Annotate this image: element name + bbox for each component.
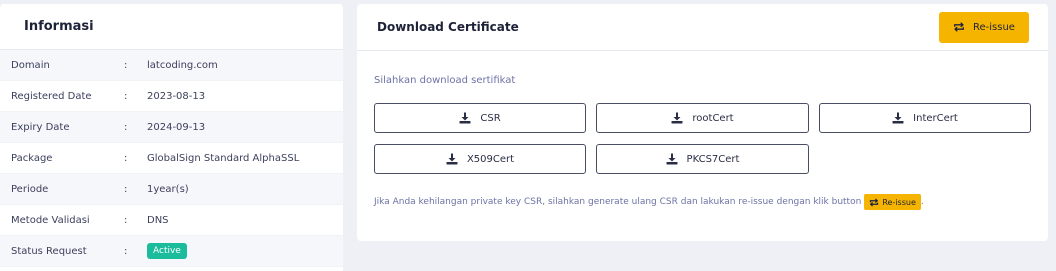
info-panel: Informasi Domain : latcoding.com Registe… <box>0 4 343 271</box>
info-colon: : <box>124 214 128 226</box>
download-header: Download Certificate Re-issue <box>357 4 1048 51</box>
info-row-domain: Domain : latcoding.com <box>0 50 343 81</box>
download-x509cert-label: X509Cert <box>466 153 515 165</box>
info-label: Registered Date <box>11 90 92 102</box>
download-icon <box>671 112 683 124</box>
info-colon: : <box>124 245 128 257</box>
info-value-domain: latcoding.com <box>147 59 218 71</box>
info-row-periode: Periode : 1year(s) <box>0 174 343 205</box>
download-icon <box>446 153 458 165</box>
download-x509cert-button[interactable]: X509Cert <box>374 144 586 174</box>
download-certificate-panel: Download Certificate Re-issue Silahkan d… <box>357 4 1048 241</box>
inline-reissue-button[interactable]: Re-issue <box>864 194 921 210</box>
inline-reissue-label: Re-issue <box>882 197 916 207</box>
info-label: Metode Validasi <box>11 214 90 226</box>
info-colon: : <box>124 121 128 133</box>
download-rootcert-label: rootCert <box>692 112 734 124</box>
info-row-metode-validasi: Metode Validasi : DNS <box>0 205 343 236</box>
reissue-note: Jika Anda kehilangan private key CSR, si… <box>374 194 1031 210</box>
download-intercert-button[interactable]: InterCert <box>819 103 1031 133</box>
repeat-icon <box>869 198 879 207</box>
info-value-metode-validasi: DNS <box>147 214 169 226</box>
download-icon <box>666 153 678 165</box>
info-colon: : <box>124 152 128 164</box>
reissue-note-end: . <box>920 197 924 207</box>
reissue-label: Re-issue <box>973 21 1015 33</box>
reissue-button[interactable]: Re-issue <box>939 11 1029 43</box>
info-value-expiry-date: 2024-09-13 <box>147 121 206 133</box>
download-rootcert-button[interactable]: rootCert <box>596 103 809 133</box>
info-title: Informasi <box>24 19 94 34</box>
status-badge: Active <box>147 243 187 259</box>
info-label: Domain <box>11 59 50 71</box>
download-csr-label: CSR <box>480 112 501 124</box>
repeat-icon <box>953 21 965 33</box>
info-row-registered-date: Registered Date : 2023-08-13 <box>0 81 343 112</box>
download-button-grid: CSR rootCert InterCert X509Cert PKCS7Cer… <box>374 103 1031 174</box>
download-intercert-label: InterCert <box>913 112 958 124</box>
info-label: Status Request <box>11 245 87 257</box>
info-colon: : <box>124 90 128 102</box>
download-icon <box>459 112 471 124</box>
info-row-status-request: Status Request : Active <box>0 236 343 267</box>
info-label: Package <box>11 152 53 164</box>
download-pkcs7cert-button[interactable]: PKCS7Cert <box>596 144 809 174</box>
info-label: Periode <box>11 183 49 195</box>
download-title: Download Certificate <box>377 20 519 34</box>
info-colon: : <box>124 59 128 71</box>
reissue-note-text: Jika Anda kehilangan private key CSR, si… <box>374 197 862 207</box>
download-body: Silahkan download sertifikat CSR rootCer… <box>357 51 1048 210</box>
info-value-periode: 1year(s) <box>147 183 189 195</box>
info-header: Informasi <box>0 4 343 50</box>
download-icon <box>892 112 904 124</box>
info-value-registered-date: 2023-08-13 <box>147 90 206 102</box>
download-pkcs7cert-label: PKCS7Cert <box>686 153 740 165</box>
info-row-package: Package : GlobalSign Standard AlphaSSL <box>0 143 343 174</box>
info-value-status-request: Active <box>147 243 332 259</box>
info-label: Expiry Date <box>11 121 70 133</box>
download-intro: Silahkan download sertifikat <box>374 75 516 86</box>
info-colon: : <box>124 183 128 195</box>
info-row-expiry-date: Expiry Date : 2024-09-13 <box>0 112 343 143</box>
download-csr-button[interactable]: CSR <box>374 103 586 133</box>
info-value-package: GlobalSign Standard AlphaSSL <box>147 152 300 164</box>
